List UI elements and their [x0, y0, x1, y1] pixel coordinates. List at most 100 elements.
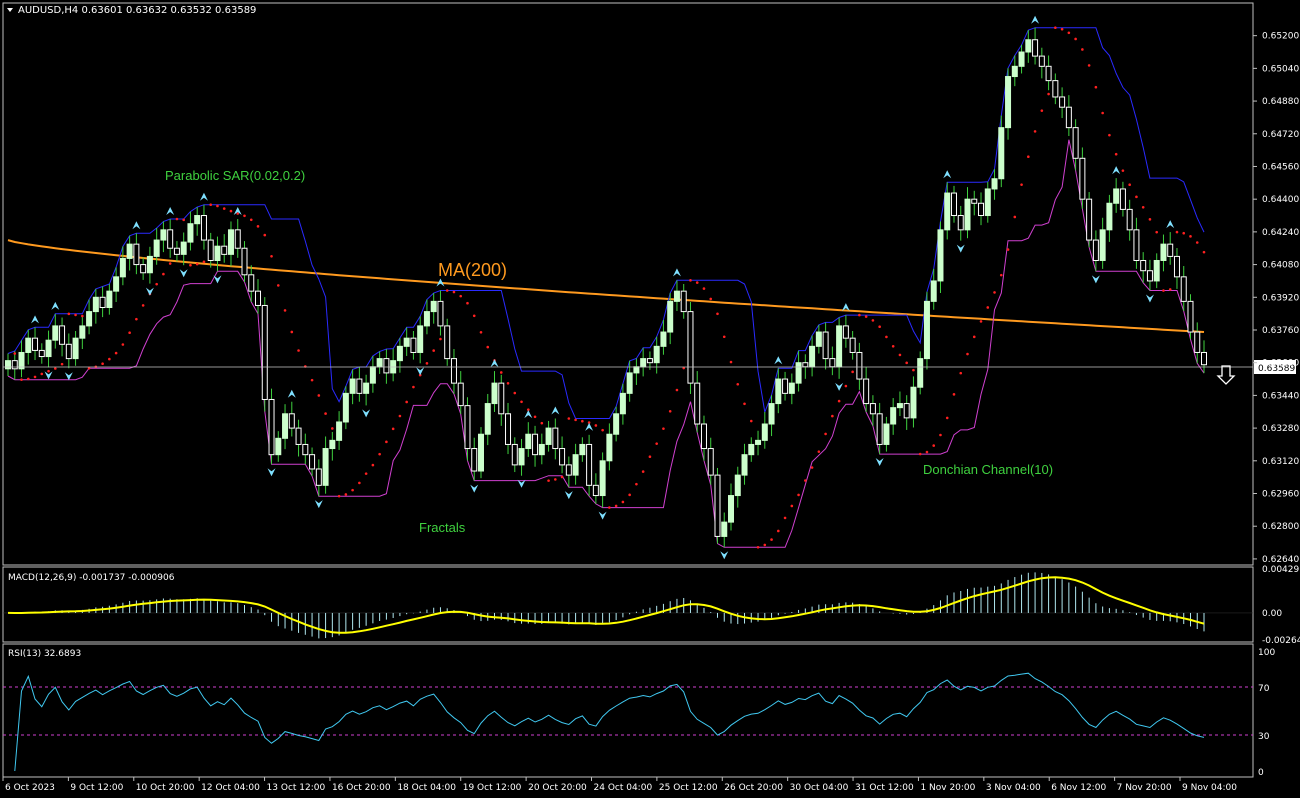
candle-body: [707, 448, 714, 476]
sar-dot: [479, 330, 483, 334]
candle-body: [356, 378, 363, 394]
candle-body: [1086, 198, 1093, 241]
candle-body: [883, 423, 890, 445]
candle-body: [836, 325, 843, 368]
sar-dot: [40, 372, 44, 376]
candle-body: [423, 311, 430, 327]
time-axis: 6 Oct 2023 9 Oct 12:00 10 Oct 20:00 12 Oct …: [2, 777, 1237, 793]
time-tick-label: 13 Oct 12:00: [267, 783, 326, 793]
candle-body: [856, 351, 863, 380]
candle-body: [1173, 255, 1180, 278]
sar-dot: [648, 455, 652, 459]
sar-dot: [13, 352, 17, 355]
candle-body: [917, 358, 924, 388]
candle-body: [32, 337, 39, 351]
sar-dot: [445, 289, 449, 292]
price-tick-label: 0.62800: [1262, 522, 1299, 532]
candle-body: [99, 296, 106, 309]
candle-body: [525, 433, 532, 450]
sar-dot: [1047, 92, 1050, 96]
candle-body: [903, 403, 910, 419]
candle-body: [119, 257, 126, 278]
candle-body: [403, 337, 410, 347]
candle-body: [741, 454, 748, 476]
candle-body: [282, 413, 289, 439]
macd-tick-label: 0.004291: [1262, 565, 1300, 575]
candle-body: [369, 366, 376, 384]
macd-axis: 0.004291 0.00 -0.002641: [1262, 565, 1300, 646]
sar-dot: [378, 452, 381, 456]
sar-dot: [1202, 250, 1206, 254]
sar-dot: [912, 368, 915, 372]
candle-body: [1032, 39, 1039, 57]
rsi-tick-label: 30: [1258, 732, 1270, 742]
candle-body: [1126, 208, 1133, 231]
price-tick-label: 0.63280: [1262, 424, 1299, 434]
sar-dot: [128, 331, 131, 335]
sar-dot: [1108, 133, 1111, 137]
price-tick-label: 0.63600: [1262, 359, 1299, 369]
sar-dot: [26, 377, 30, 381]
sar-dot: [81, 314, 84, 318]
candle-body: [633, 366, 640, 374]
sar-dot: [175, 217, 179, 221]
candle-body: [484, 403, 491, 435]
sar-dot: [1114, 152, 1118, 156]
candle-body: [700, 423, 707, 450]
sar-dot: [466, 301, 469, 305]
sar-dot: [851, 370, 854, 374]
candle-body: [673, 290, 680, 302]
sar-dot: [675, 388, 679, 392]
candle-body: [207, 239, 214, 261]
donchian-annotation: Donchian Channel(10): [923, 462, 1053, 477]
sar-dot: [405, 400, 408, 404]
time-tick-label: 24 Oct 04:00: [594, 783, 653, 793]
price-tick-label: 0.63760: [1262, 326, 1299, 336]
candle-body: [1133, 229, 1140, 261]
candle-body: [538, 443, 545, 456]
candle-body: [1025, 39, 1032, 53]
sar-dot: [945, 416, 949, 420]
sar-dot: [276, 284, 280, 287]
candle-body: [336, 421, 343, 441]
candle-body: [106, 290, 113, 309]
candle-body: [646, 358, 653, 364]
candle-body: [302, 443, 309, 456]
candle-body: [255, 290, 262, 306]
candle-body: [667, 300, 674, 333]
candle-body: [923, 300, 930, 360]
candle-body: [532, 433, 539, 456]
sar-dot: [932, 444, 936, 447]
sar-dot: [74, 313, 77, 317]
sar-dot: [702, 287, 706, 290]
sar-dot: [817, 450, 821, 453]
sar-dot: [506, 381, 510, 385]
candle-body: [59, 325, 66, 345]
sar-dot: [398, 414, 402, 418]
candle-body: [430, 300, 437, 313]
sar-dot: [554, 478, 557, 481]
sar-dot: [952, 393, 956, 396]
time-tick-label: 30 Oct 04:00: [790, 783, 849, 793]
sar-dot: [351, 488, 354, 492]
candle-body: [984, 188, 991, 217]
trading-chart[interactable]: 0.63589 AUDUSD,H4 0.63601 0.63632 0.6353…: [0, 0, 1300, 798]
sar-dot: [337, 494, 341, 498]
sar-dot: [749, 419, 753, 423]
price-tick-label: 0.64880: [1262, 97, 1299, 107]
candle-body: [322, 448, 329, 486]
price-tick-label: 0.63120: [1262, 457, 1299, 467]
candle-body: [782, 378, 789, 394]
price-tick-label: 0.62640: [1262, 555, 1299, 565]
rsi-panel[interactable]: [2, 643, 1254, 778]
candle-body: [113, 276, 120, 292]
fractals-annotation: Fractals: [419, 520, 466, 535]
candle-body: [822, 331, 829, 360]
candle-body: [910, 386, 917, 419]
sar-dot: [425, 362, 429, 365]
sar-dot: [209, 203, 213, 206]
sar-dot: [243, 214, 246, 218]
sar-dot: [195, 262, 199, 266]
candle-body: [261, 304, 268, 400]
sar-dot: [371, 463, 375, 467]
